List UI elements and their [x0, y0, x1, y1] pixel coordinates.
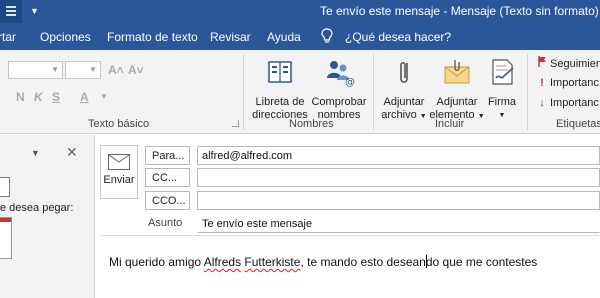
font-color-button[interactable]: A: [80, 90, 89, 104]
signature-label: Firma: [487, 96, 517, 108]
header-body-divider: [100, 235, 600, 236]
tell-me-search[interactable]: ¿Qué desea hacer?: [345, 30, 451, 44]
check-names-icon: @: [327, 61, 355, 88]
window-title: Te envío este mensaje - Mensaje (Texto s…: [320, 4, 599, 18]
attach-file-label-1: Adjuntar: [383, 96, 425, 108]
follow-up-button[interactable]: Seguimien: [537, 56, 600, 70]
flag-icon: [537, 56, 547, 70]
check-names-label-1: Comprobar: [311, 96, 367, 108]
attach-file-button[interactable]: Adjuntar archivo ▼: [378, 56, 430, 123]
bcc-button[interactable]: CCO...: [145, 191, 190, 210]
envelope-attach-icon: [444, 60, 470, 84]
font-name-dropdown[interactable]: ▼: [8, 61, 63, 79]
subject-field[interactable]: Te envío este mensaje: [197, 214, 600, 233]
message-body[interactable]: Mi querido amigo Alfreds Futterkiste, te…: [109, 255, 537, 269]
clipboard-item-thumbnail[interactable]: [0, 217, 12, 259]
ribbon: ▼ ▼ A˄ A˅ N K S A ▼ Texto básico Libreta…: [0, 50, 600, 134]
check-names-button[interactable]: @ Comprobar nombres: [308, 56, 370, 122]
dialog-launcher-icon[interactable]: [232, 120, 239, 127]
address-book-button[interactable]: Libreta de direcciones: [251, 56, 309, 122]
body-text-part: do que me contestes: [425, 255, 538, 269]
group-label-nombres: Nombres: [289, 118, 334, 130]
attach-item-label-1: Adjuntar: [436, 96, 478, 108]
address-book-icon: [268, 61, 292, 83]
font-size-dropdown[interactable]: ▼: [65, 61, 101, 79]
tab-insertar[interactable]: rtar: [0, 30, 16, 44]
paste-all-button[interactable]: [0, 177, 10, 197]
tab-ayuda[interactable]: Ayuda: [267, 30, 301, 44]
send-button[interactable]: Enviar: [100, 145, 138, 199]
clipboard-pane: ▼ ✕ e desea pegar:: [0, 135, 95, 298]
lightbulb-icon: [321, 28, 333, 43]
down-arrow-icon: ↓: [539, 97, 545, 109]
paperclip-icon: [400, 61, 408, 83]
body-text-part: Mi querido amigo: [109, 255, 204, 269]
exclamation-icon: !: [540, 77, 544, 89]
attach-item-button[interactable]: Adjuntar elemento ▼: [429, 56, 485, 123]
ribbon-tabs: rtar Opciones Formato de texto Revisar A…: [0, 23, 600, 50]
misspelled-word: Alfreds: [203, 255, 242, 269]
group-divider: [243, 54, 244, 130]
subject-label: Asunto: [148, 217, 183, 229]
title-bar: ▼ Te envío este mensaje - Mensaje (Texto…: [0, 0, 600, 23]
address-book-label-1: Libreta de: [255, 96, 305, 108]
group-label-incluir: Incluir: [435, 118, 465, 130]
high-importance-button[interactable]: ! Importanc: [537, 77, 599, 89]
paste-prompt-text: e desea pegar:: [0, 202, 74, 214]
tab-formato-de-texto[interactable]: Formato de texto: [107, 30, 198, 44]
group-label-etiquetas: Etiquetas: [556, 118, 600, 130]
send-envelope-icon: [108, 154, 130, 170]
attach-file-label-2: archivo ▼: [381, 109, 427, 121]
signature-dropdown-icon: ▼: [498, 112, 506, 119]
low-importance-button[interactable]: ↓ Importanc: [537, 97, 599, 109]
low-importance-label: Importanc: [550, 97, 599, 109]
group-label-texto-basico: Texto básico: [88, 118, 150, 130]
shrink-font-button[interactable]: A˅: [128, 63, 144, 77]
close-pane-icon[interactable]: ✕: [66, 144, 78, 161]
underline-button[interactable]: S: [52, 90, 60, 104]
cc-field[interactable]: [197, 168, 600, 187]
bold-button[interactable]: N: [16, 90, 25, 104]
quick-access-dropdown-icon[interactable]: ▼: [30, 6, 39, 16]
tab-opciones[interactable]: Opciones: [40, 30, 91, 44]
to-button[interactable]: Para...: [145, 146, 190, 165]
send-label: Enviar: [103, 174, 135, 186]
signature-button[interactable]: Firma ▼: [484, 56, 520, 122]
group-divider: [373, 54, 374, 130]
pane-options-dropdown-icon[interactable]: ▼: [31, 148, 40, 158]
font-color-dropdown-icon[interactable]: ▼: [100, 92, 108, 101]
high-importance-label: Importanc: [550, 77, 599, 89]
group-divider: [527, 54, 528, 130]
svg-text:@: @: [345, 77, 355, 88]
italic-button[interactable]: K: [34, 90, 43, 104]
compose-area: Enviar Para... alfred@alfred.com CC... C…: [96, 135, 600, 298]
tab-revisar[interactable]: Revisar: [210, 30, 251, 44]
to-field[interactable]: alfred@alfred.com: [197, 146, 600, 165]
body-text-part: , te mando esto desean: [300, 255, 426, 269]
signature-icon: [492, 59, 514, 85]
grow-font-button[interactable]: A˄: [108, 63, 124, 77]
bcc-field[interactable]: [197, 191, 600, 210]
outlook-app-icon[interactable]: [0, 0, 22, 23]
misspelled-word: Futterkiste: [244, 255, 301, 269]
follow-up-label: Seguimien: [550, 58, 600, 70]
cc-button[interactable]: CC...: [145, 168, 190, 187]
